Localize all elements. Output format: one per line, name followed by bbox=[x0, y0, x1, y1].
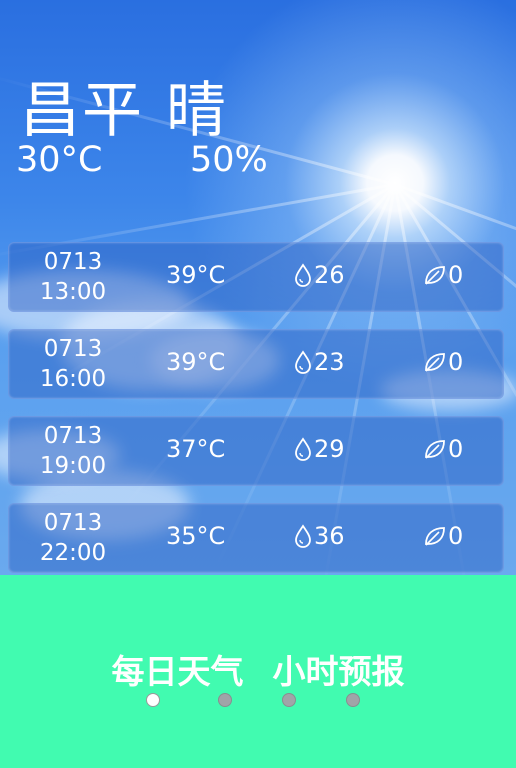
rain-value: 36 bbox=[314, 522, 345, 550]
forecast-rain: 23 bbox=[293, 348, 345, 376]
page-dot-4[interactable] bbox=[346, 693, 360, 707]
forecast-wind: 0 bbox=[423, 522, 463, 550]
droplet-icon bbox=[295, 437, 311, 461]
page-dot-2[interactable] bbox=[218, 693, 232, 707]
leaf-icon bbox=[425, 440, 445, 459]
forecast-time: 13:00 bbox=[39, 279, 107, 305]
forecast-time: 22:00 bbox=[39, 540, 107, 566]
current-temperature: 30°C bbox=[16, 140, 103, 180]
forecast-date: 0713 bbox=[43, 249, 103, 275]
forecast-date: 0713 bbox=[43, 423, 103, 449]
forecast-temperature: 35°C bbox=[166, 522, 226, 550]
forecast-row: 0713 19:00 37°C 29 0 bbox=[8, 416, 504, 486]
location-condition-header: 昌平晴 bbox=[20, 62, 250, 149]
city-name: 昌平 bbox=[20, 76, 144, 146]
droplet-icon bbox=[295, 263, 311, 287]
leaf-icon bbox=[425, 353, 445, 372]
forecast-row: 0713 22:00 35°C 36 0 bbox=[8, 503, 504, 573]
wind-value: 0 bbox=[448, 522, 464, 550]
forecast-rain: 26 bbox=[293, 261, 345, 289]
tab-daily-weather[interactable]: 每日天气 bbox=[111, 645, 243, 693]
rain-value: 23 bbox=[314, 348, 345, 376]
forecast-rain: 29 bbox=[293, 435, 345, 463]
forecast-temperature: 39°C bbox=[166, 261, 226, 289]
forecast-wind: 0 bbox=[423, 261, 463, 289]
forecast-row: 0713 13:00 39°C 26 0 bbox=[8, 242, 504, 312]
forecast-time: 16:00 bbox=[39, 366, 107, 392]
forecast-wind: 0 bbox=[423, 435, 463, 463]
current-humidity: 50% bbox=[190, 140, 268, 180]
forecast-rain: 36 bbox=[293, 522, 345, 550]
tab-bar: 每日天气 小时预报 bbox=[0, 645, 516, 693]
tab-hourly-forecast[interactable]: 小时预报 bbox=[273, 645, 405, 693]
forecast-date: 0713 bbox=[43, 510, 103, 536]
forecast-date: 0713 bbox=[43, 336, 103, 362]
rain-value: 26 bbox=[314, 261, 345, 289]
forecast-time: 19:00 bbox=[39, 453, 107, 479]
page-dot-3[interactable] bbox=[282, 693, 296, 707]
wind-value: 0 bbox=[448, 348, 464, 376]
forecast-temperature: 37°C bbox=[166, 435, 226, 463]
leaf-icon bbox=[425, 266, 445, 285]
wind-value: 0 bbox=[448, 435, 464, 463]
weather-condition: 晴 bbox=[166, 76, 228, 146]
bottom-panel: 每日天气 小时预报 bbox=[0, 575, 516, 768]
forecast-wind: 0 bbox=[423, 348, 463, 376]
droplet-icon bbox=[295, 350, 311, 374]
rain-value: 29 bbox=[314, 435, 345, 463]
page-dot-1[interactable] bbox=[146, 693, 160, 707]
hourly-forecast-list: 0713 13:00 39°C 26 0 0713 16:00 39°C 23 … bbox=[8, 242, 504, 590]
droplet-icon bbox=[295, 524, 311, 548]
wind-value: 0 bbox=[448, 261, 464, 289]
forecast-temperature: 39°C bbox=[166, 348, 226, 376]
forecast-row: 0713 16:00 39°C 23 0 bbox=[8, 329, 504, 399]
leaf-icon bbox=[425, 527, 445, 546]
